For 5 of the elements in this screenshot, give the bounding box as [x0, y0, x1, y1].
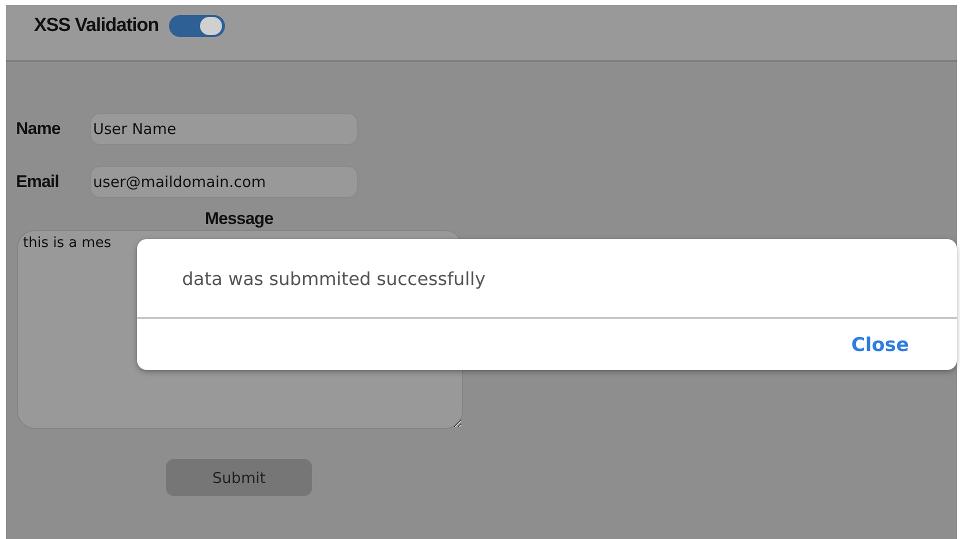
dialog-message: data was submmited successfully	[181, 268, 486, 292]
field-label: Message	[204, 209, 274, 229]
field-label: Name	[16, 119, 62, 139]
page-title: XSS Validation	[34, 14, 159, 38]
field-label: Email	[16, 172, 60, 192]
